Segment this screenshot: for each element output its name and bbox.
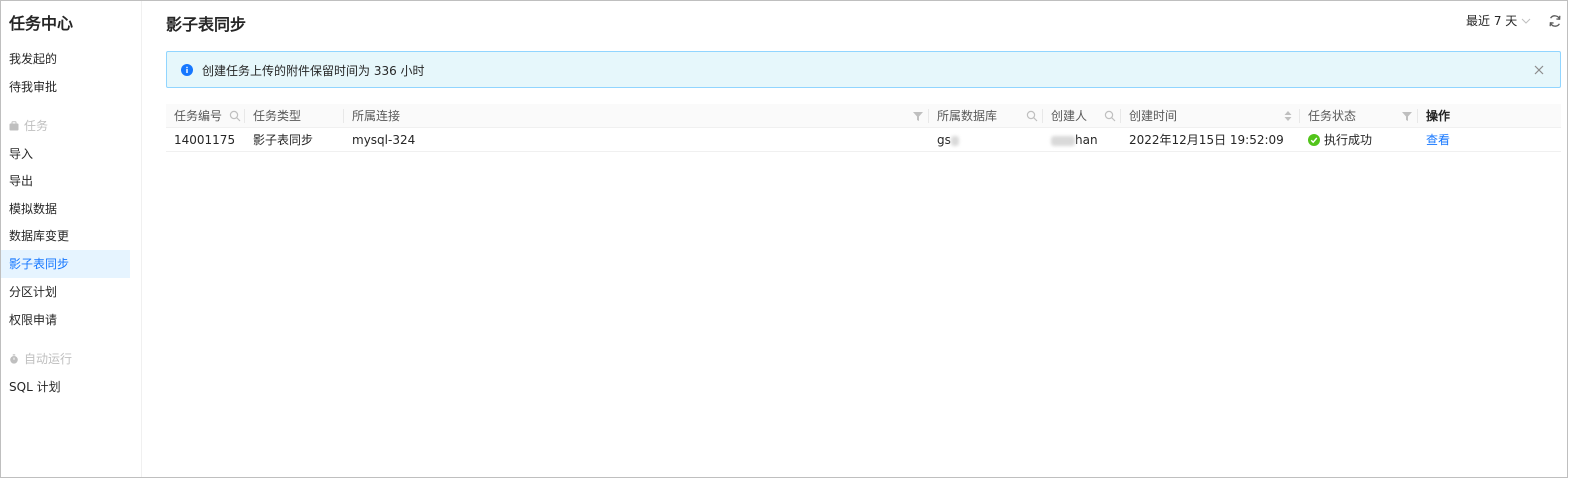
task-table: 任务编号 任务类型 所属连接 所属数据库 创建人 创建时间 任务状态 操作 14… — [166, 104, 1561, 152]
column-header-status: 任务状态 — [1308, 109, 1357, 123]
sidebar-group-tasks-label: 任务 — [24, 119, 49, 133]
column-header-connection: 所属连接 — [352, 109, 401, 123]
column-header-database: 所属数据库 — [937, 109, 998, 123]
search-icon[interactable] — [1104, 110, 1116, 122]
page-title: 影子表同步 — [166, 15, 247, 34]
sidebar-group-auto-run: 自动运行 — [9, 349, 72, 369]
creator-visible-text: han — [1075, 133, 1098, 147]
sidebar-item-permission-request[interactable]: 权限申请 — [1, 306, 130, 334]
timer-icon — [10, 354, 18, 364]
search-icon[interactable] — [1026, 110, 1038, 122]
sidebar-item-db-change[interactable]: 数据库变更 — [1, 222, 130, 250]
database-visible-text: gs — [937, 133, 951, 147]
info-alert: 创建任务上传的附件保留时间为 336 小时 — [166, 51, 1561, 88]
cell-task-type: 影子表同步 — [253, 133, 314, 147]
refresh-icon[interactable] — [1548, 14, 1562, 28]
sidebar-item-pending-approval[interactable]: 待我审批 — [1, 73, 130, 101]
sidebar-group-tasks: 任务 — [9, 116, 48, 136]
column-header-task-type: 任务类型 — [253, 109, 302, 123]
date-range-label: 最近 7 天 — [1466, 14, 1518, 28]
briefcase-icon — [9, 121, 19, 131]
column-header-actions: 操作 — [1426, 109, 1451, 123]
date-range-select[interactable]: 最近 7 天 — [1466, 12, 1531, 29]
check-circle-icon — [1308, 134, 1320, 146]
search-icon[interactable] — [229, 110, 241, 122]
cell-creator: han — [1043, 128, 1098, 152]
info-icon — [181, 64, 193, 76]
sidebar-item-shadow-table-sync[interactable]: 影子表同步 — [1, 250, 130, 278]
sort-icon[interactable] — [1282, 110, 1294, 122]
cell-status: 执行成功 — [1300, 128, 1372, 152]
sidebar-item-import[interactable]: 导入 — [1, 140, 130, 168]
table-body: 14001175 影子表同步 mysql-324 gs han 2022年12月… — [166, 128, 1561, 152]
sidebar: 任务中心 我发起的 待我审批 任务 导入 导出 模拟数据 数据库变更 影子表同步… — [1, 1, 142, 477]
filter-icon[interactable] — [912, 110, 924, 122]
table-row: 14001175 影子表同步 mysql-324 gs han 2022年12月… — [166, 128, 1561, 152]
column-header-creator: 创建人 — [1051, 109, 1088, 123]
view-link[interactable]: 查看 — [1418, 128, 1450, 152]
sidebar-item-mock-data[interactable]: 模拟数据 — [1, 195, 130, 223]
table-header: 任务编号 任务类型 所属连接 所属数据库 创建人 创建时间 任务状态 操作 — [166, 104, 1561, 128]
cell-database: gs — [929, 128, 959, 152]
column-header-task-id: 任务编号 — [174, 109, 223, 123]
chevron-down-icon — [1521, 18, 1531, 24]
filter-icon[interactable] — [1401, 110, 1413, 122]
sidebar-item-sql-plan[interactable]: SQL 计划 — [1, 373, 130, 401]
sidebar-group-auto-run-label: 自动运行 — [24, 352, 73, 366]
sidebar-item-initiated[interactable]: 我发起的 — [1, 45, 130, 73]
sidebar-item-partition-plan[interactable]: 分区计划 — [1, 278, 130, 306]
column-header-created-at: 创建时间 — [1129, 109, 1178, 123]
sidebar-title: 任务中心 — [9, 14, 74, 33]
alert-message: 创建任务上传的附件保留时间为 336 小时 — [202, 64, 425, 78]
cell-created-at: 2022年12月15日 19:52:09 — [1129, 133, 1284, 147]
sidebar-item-export[interactable]: 导出 — [1, 167, 130, 195]
redacted-text — [950, 135, 959, 146]
app-window: 任务中心 我发起的 待我审批 任务 导入 导出 模拟数据 数据库变更 影子表同步… — [0, 0, 1568, 478]
close-icon[interactable] — [1533, 64, 1545, 76]
cell-connection: mysql-324 — [352, 133, 416, 147]
status-text: 执行成功 — [1324, 133, 1373, 147]
cell-task-id: 14001175 — [174, 133, 236, 147]
redacted-text — [1051, 135, 1075, 146]
